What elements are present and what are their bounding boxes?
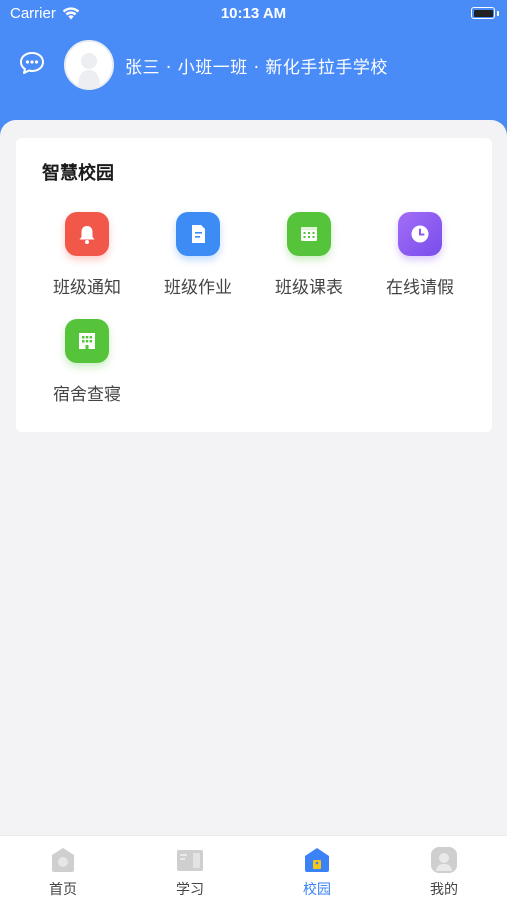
grid-item-label: 班级通知 [53,278,121,298]
class-schedule-button[interactable]: 班级课表 [254,212,364,308]
profile-bar: 张三 · 小班一班 · 新化手拉手学校 [0,38,507,98]
tab-campus[interactable]: 校园 [254,836,380,900]
bell-icon [65,212,109,256]
status-time: 10:13 AM [220,5,287,22]
status-bar: Carrier 10:13 AM [0,0,507,28]
campus-icon [302,845,332,875]
card-title: 智慧校园 [42,163,114,184]
battery-icon [471,7,495,19]
dorm-check-button[interactable]: 宿舍查寝 [32,319,142,415]
grid-item-label: 宿舍查寝 [53,385,121,405]
avatar[interactable] [64,40,114,90]
chat-icon[interactable] [18,50,46,76]
calendar-icon [287,212,331,256]
grid-item-label: 班级作业 [164,278,232,298]
tab-label: 校园 [303,882,331,898]
clock-icon [398,212,442,256]
tab-profile[interactable]: 我的 [381,836,507,900]
grid-item-label: 班级课表 [275,278,343,298]
profile-info: 张三 · 小班一班 · 新化手拉手学校 [125,58,388,78]
tab-study[interactable]: 学习 [127,836,253,900]
smart-campus-card: 智慧校园 班级通知 班级作业 班级课表 在线请假 宿舍查寝 [16,138,492,432]
document-icon [176,212,220,256]
tab-home[interactable]: 首页 [0,836,126,900]
profile-icon [429,845,459,875]
building-icon [65,319,109,363]
battery-tip [497,11,499,16]
study-icon [175,845,205,875]
tab-label: 我的 [430,882,458,898]
tab-label: 首页 [49,882,77,898]
online-leave-button[interactable]: 在线请假 [365,212,475,308]
class-notice-button[interactable]: 班级通知 [32,212,142,308]
class-homework-button[interactable]: 班级作业 [143,212,253,308]
tab-label: 学习 [176,882,204,898]
home-icon [48,845,78,875]
tab-bar: 首页 学习 校园 我的 [0,835,507,900]
grid-item-label: 在线请假 [386,278,454,298]
